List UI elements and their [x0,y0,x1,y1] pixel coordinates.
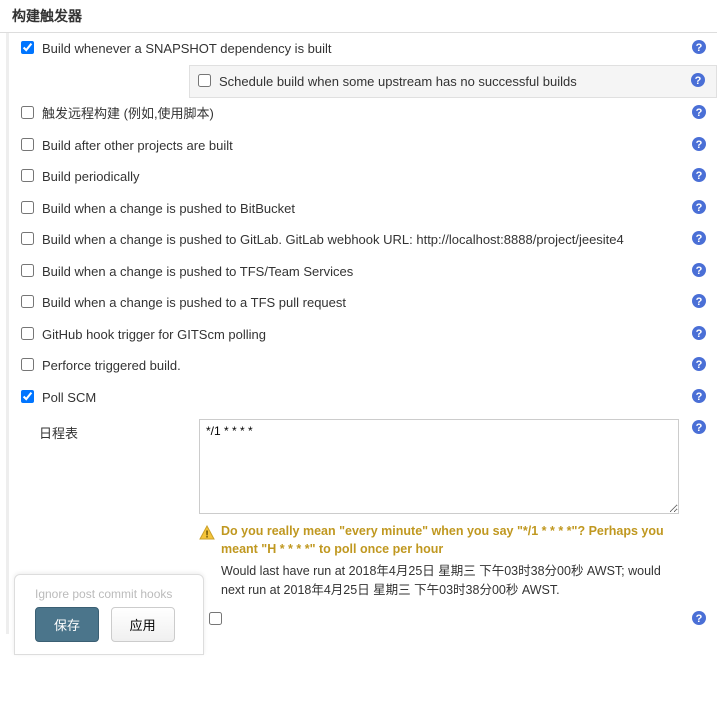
triggers-section: Build whenever a SNAPSHOT dependency is … [6,33,717,634]
trigger-after-label: Build after other projects are built [42,136,709,156]
trigger-snapshot-checkbox[interactable] [21,41,34,54]
svg-text:?: ? [696,391,703,403]
trigger-after-row: Build after other projects are built ? [9,130,717,162]
trigger-perforce-row: Perforce triggered build. ? [9,350,717,382]
trigger-snapshot-row: Build whenever a SNAPSHOT dependency is … [9,33,717,65]
help-icon[interactable]: ? [691,610,707,626]
schedule-warning: ! Do you really mean "every minute" when… [199,523,679,558]
trigger-after-checkbox[interactable] [21,138,34,151]
trigger-remote-label: 触发远程构建 (例如,使用脚本) [42,104,709,124]
trigger-remote-checkbox[interactable] [21,106,34,119]
help-icon[interactable]: ? [691,262,707,278]
help-icon[interactable]: ? [691,325,707,341]
trigger-gitlab-label: Build when a change is pushed to GitLab.… [42,230,709,250]
ignore-hooks-checkbox[interactable] [209,612,222,625]
svg-text:?: ? [696,42,703,54]
trigger-bitbucket-row: Build when a change is pushed to BitBuck… [9,193,717,225]
svg-text:?: ? [696,233,703,245]
trigger-github-checkbox[interactable] [21,327,34,340]
svg-text:?: ? [696,613,703,625]
schedule-label: 日程表 [39,419,199,442]
svg-text:!: ! [205,530,208,541]
trigger-tfs-label: Build when a change is pushed to TFS/Tea… [42,262,709,282]
schedule-upstream-row: Schedule build when some upstream has no… [189,65,717,99]
help-icon[interactable]: ? [691,356,707,372]
trigger-snapshot-label: Build whenever a SNAPSHOT dependency is … [42,39,709,59]
trigger-github-row: GitHub hook trigger for GITScm polling ? [9,319,717,351]
trigger-github-label: GitHub hook trigger for GITScm polling [42,325,709,345]
trigger-periodic-checkbox[interactable] [21,169,34,182]
help-icon[interactable]: ? [691,419,707,435]
svg-text:?: ? [696,202,703,214]
trigger-perforce-label: Perforce triggered build. [42,356,709,376]
schedule-warning-text: Do you really mean "every minute" when y… [221,523,679,558]
save-button[interactable]: 保存 [35,607,99,642]
trigger-bitbucket-checkbox[interactable] [21,201,34,214]
svg-text:?: ? [696,422,703,434]
schedule-input[interactable] [199,419,679,514]
trigger-tfspr-label: Build when a change is pushed to a TFS p… [42,293,709,313]
svg-text:?: ? [696,265,703,277]
apply-button[interactable]: 应用 [111,607,175,642]
trigger-pollscm-label: Poll SCM [42,388,709,408]
help-icon[interactable]: ? [691,104,707,120]
svg-text:?: ? [696,359,703,371]
trigger-gitlab-checkbox[interactable] [21,232,34,245]
help-icon[interactable]: ? [691,230,707,246]
trigger-tfs-checkbox[interactable] [21,264,34,277]
footer-actions: Ignore post commit hooks 保存 应用 [14,574,204,655]
svg-text:?: ? [696,296,703,308]
schedule-upstream-checkbox[interactable] [198,74,211,87]
help-icon[interactable]: ? [691,39,707,55]
svg-text:?: ? [696,170,703,182]
svg-text:?: ? [696,107,703,119]
schedule-detail: Would last have run at 2018年4月25日 星期三 下午… [199,560,679,598]
help-icon[interactable]: ? [691,136,707,152]
help-icon[interactable]: ? [690,72,706,88]
svg-text:?: ? [696,328,703,340]
trigger-pollscm-checkbox[interactable] [21,390,34,403]
svg-text:?: ? [695,75,702,87]
svg-text:?: ? [696,139,703,151]
help-icon[interactable]: ? [691,293,707,309]
trigger-periodic-label: Build periodically [42,167,709,187]
help-icon[interactable]: ? [691,167,707,183]
trigger-perforce-checkbox[interactable] [21,358,34,371]
section-title: 构建触发器 [0,0,717,33]
trigger-remote-row: 触发远程构建 (例如,使用脚本) ? [9,98,717,130]
footer-ghost-text: Ignore post commit hooks [35,587,183,601]
trigger-tfspr-checkbox[interactable] [21,295,34,308]
trigger-tfs-row: Build when a change is pushed to TFS/Tea… [9,256,717,288]
trigger-gitlab-row: Build when a change is pushed to GitLab.… [9,224,717,256]
trigger-tfspr-row: Build when a change is pushed to a TFS p… [9,287,717,319]
help-icon[interactable]: ? [691,199,707,215]
trigger-pollscm-row: Poll SCM ? [9,382,717,414]
schedule-upstream-label: Schedule build when some upstream has no… [219,72,708,92]
help-icon[interactable]: ? [691,388,707,404]
trigger-periodic-row: Build periodically ? [9,161,717,193]
warning-icon: ! [199,525,215,547]
trigger-bitbucket-label: Build when a change is pushed to BitBuck… [42,199,709,219]
